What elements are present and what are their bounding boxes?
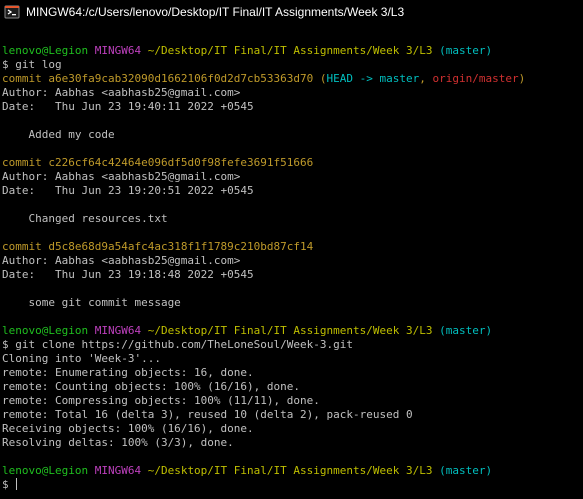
commit-author: Author: Aabhas <aabhasb25@gmail.com> (2, 170, 241, 183)
prompt-user: lenovo@Legion (2, 464, 89, 477)
prompt-path: ~/Desktop/IT Final/IT Assignments/Week 3… (147, 324, 433, 337)
prompt-shell: MINGW64 (94, 44, 142, 57)
output-line: remote: Enumerating objects: 16, done. (2, 366, 254, 379)
refs-close: ) (518, 72, 526, 85)
input-line[interactable]: $ (2, 478, 581, 492)
output-line: Resolving deltas: 100% (3/3), done. (2, 436, 234, 449)
output-line: remote: Total 16 (delta 3), reused 10 (d… (2, 408, 413, 421)
window-title: MINGW64:/c/Users/lenovo/Desktop/IT Final… (26, 5, 405, 19)
head-ref: HEAD -> master (326, 72, 420, 85)
commit-label: commit (2, 72, 42, 85)
command-line: $ git log (2, 58, 581, 72)
prompt-user: lenovo@Legion (2, 44, 89, 57)
command-text: git log (15, 58, 62, 71)
prompt-symbol: $ (2, 478, 9, 491)
commit-line: commit c226cf64c42464e096df5d0f98fefe369… (2, 156, 581, 170)
output-line: remote: Counting objects: 100% (16/16), … (2, 380, 301, 393)
prompt-line: lenovo@Legion MINGW64 ~/Desktop/IT Final… (2, 44, 581, 58)
output-line: remote: Compressing objects: 100% (11/11… (2, 394, 320, 407)
git-bash-icon (4, 5, 20, 19)
output-line: Cloning into 'Week-3'... (2, 352, 161, 365)
prompt-shell: MINGW64 (94, 324, 142, 337)
commit-label: commit (2, 156, 42, 169)
prompt-branch: (master) (439, 324, 493, 337)
prompt-user: lenovo@Legion (2, 324, 89, 337)
prompt-path: ~/Desktop/IT Final/IT Assignments/Week 3… (147, 44, 433, 57)
prompt-shell: MINGW64 (94, 464, 142, 477)
commit-author: Author: Aabhas <aabhasb25@gmail.com> (2, 254, 241, 267)
commit-message: some git commit message (2, 296, 181, 309)
prompt-path: ~/Desktop/IT Final/IT Assignments/Week 3… (147, 464, 433, 477)
prompt-line: lenovo@Legion MINGW64 ~/Desktop/IT Final… (2, 464, 581, 478)
commit-label: commit (2, 240, 42, 253)
commit-hash: d5c8e68d9a54afc4ac318f1f1789c210bd87cf14 (48, 240, 314, 253)
commit-date: Date: Thu Jun 23 19:18:48 2022 +0545 (2, 268, 254, 281)
commit-message: Changed resources.txt (2, 212, 168, 225)
origin-ref: origin/master (432, 72, 519, 85)
text-cursor (16, 478, 18, 490)
command-text: git clone https://github.com/TheLoneSoul… (15, 338, 354, 351)
commit-line: commit d5c8e68d9a54afc4ac318f1f1789c210b… (2, 240, 581, 254)
terminal-output[interactable]: lenovo@Legion MINGW64 ~/Desktop/IT Final… (2, 30, 581, 496)
prompt-line: lenovo@Legion MINGW64 ~/Desktop/IT Final… (2, 324, 581, 338)
prompt-symbol: $ (2, 338, 9, 351)
prompt-branch: (master) (439, 44, 493, 57)
prompt-branch: (master) (439, 464, 493, 477)
refs-separator: , (419, 72, 433, 85)
output-line: Receiving objects: 100% (16/16), done. (2, 422, 254, 435)
prompt-symbol: $ (2, 58, 9, 71)
commit-line: commit a6e30fa9cab32090d1662106f0d2d7cb5… (2, 72, 581, 86)
commit-hash: c226cf64c42464e096df5d0f98fefe3691f51666 (48, 156, 314, 169)
commit-author: Author: Aabhas <aabhasb25@gmail.com> (2, 86, 241, 99)
commit-date: Date: Thu Jun 23 19:20:51 2022 +0545 (2, 184, 254, 197)
title-bar[interactable]: MINGW64:/c/Users/lenovo/Desktop/IT Final… (0, 0, 583, 24)
commit-date: Date: Thu Jun 23 19:40:11 2022 +0545 (2, 100, 254, 113)
commit-hash: a6e30fa9cab32090d1662106f0d2d7cb53363d70 (48, 72, 314, 85)
commit-message: Added my code (2, 128, 115, 141)
refs-open: ( (319, 72, 327, 85)
command-line: $ git clone https://github.com/TheLoneSo… (2, 338, 581, 352)
terminal-window: MINGW64:/c/Users/lenovo/Desktop/IT Final… (0, 0, 583, 499)
